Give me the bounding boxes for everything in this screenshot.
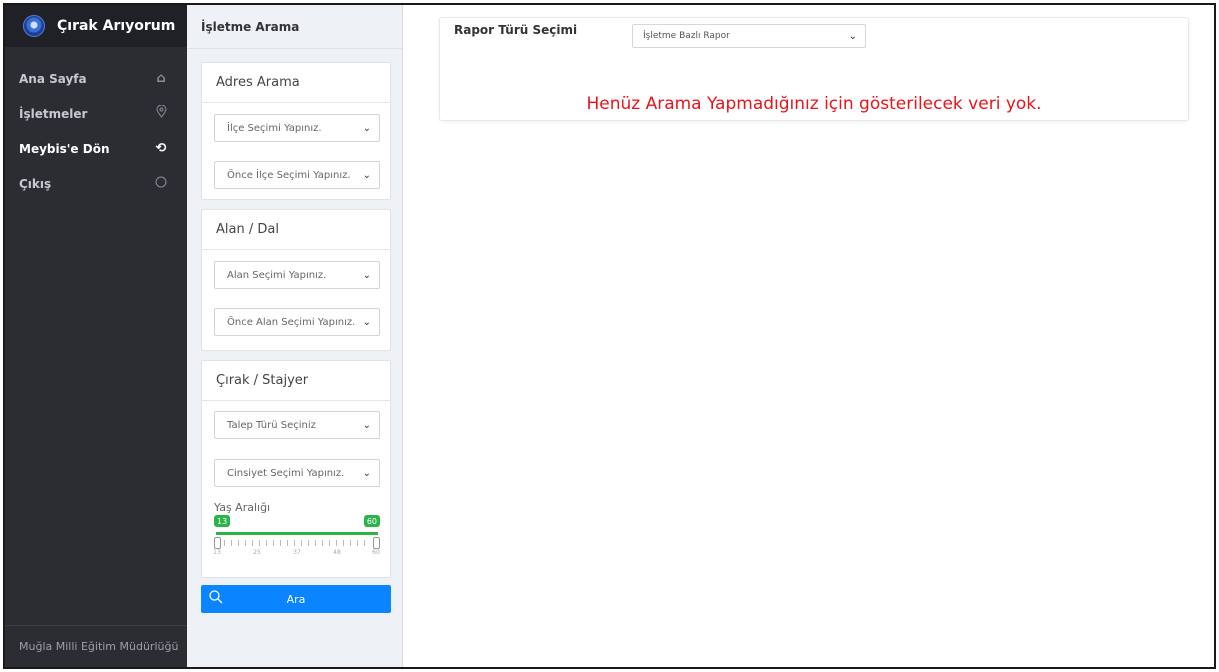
select-value: Önce İlçe Seçimi Yapınız. — [227, 169, 351, 181]
apprentice-card: Çırak / Stajyer Talep Türü Seçiniz ⌄ Cin… — [201, 360, 391, 578]
card-title: Adres Arama — [202, 63, 390, 103]
branch-select[interactable]: Önce Alan Seçimi Yapınız. ⌄ — [214, 308, 380, 336]
chevron-down-icon: ⌄ — [362, 316, 371, 328]
sidebar-item-home[interactable]: Ana Sayfa ⌂ — [5, 61, 187, 96]
chevron-down-icon: ⌄ — [362, 269, 371, 281]
tick-label: 13 — [213, 549, 221, 556]
slider-track — [216, 532, 378, 535]
search-icon — [201, 590, 231, 608]
sidebar-item-label: Çıkış — [19, 176, 52, 191]
tick-label: 37 — [293, 549, 301, 556]
field-select[interactable]: Alan Seçimi Yapınız. ⌄ — [214, 261, 380, 289]
chevron-down-icon: ⌄ — [362, 419, 371, 431]
sidebar-item-label: Meybis'e Dön — [19, 141, 110, 156]
power-icon — [153, 176, 169, 192]
chevron-down-icon: ⌄ — [362, 467, 371, 479]
select-value: Talep Türü Seçiniz — [227, 419, 316, 431]
chevron-down-icon: ⌄ — [362, 169, 371, 181]
select-value: Önce Alan Seçimi Yapınız. — [227, 316, 356, 328]
card-title: Alan / Dal — [202, 210, 390, 250]
select-value: İşletme Bazlı Rapor — [643, 31, 730, 41]
tick-label: 48 — [333, 549, 341, 556]
slider-ticks — [224, 540, 370, 546]
select-value: Alan Seçimi Yapınız. — [227, 269, 327, 281]
age-max-bubble: 60 — [363, 515, 380, 527]
chevron-down-icon: ⌄ — [362, 122, 371, 134]
neighborhood-select[interactable]: Önce İlçe Seçimi Yapınız. ⌄ — [214, 161, 380, 189]
slider-min-handle[interactable] — [214, 537, 221, 549]
history-icon: ⟲ — [155, 141, 167, 156]
slider-max-handle[interactable] — [373, 537, 380, 549]
location-pin-icon — [153, 104, 169, 122]
sidebar-item-label: Ana Sayfa — [19, 71, 87, 86]
filter-panel: İşletme Arama Adres Arama İlçe Seçimi Ya… — [187, 5, 403, 667]
request-type-select[interactable]: Talep Türü Seçiniz ⌄ — [214, 411, 380, 439]
district-select[interactable]: İlçe Seçimi Yapınız. ⌄ — [214, 114, 380, 142]
field-branch-card: Alan / Dal Alan Seçimi Yapınız. ⌄ Önce A… — [201, 209, 391, 351]
sidebar-footer: Muğla Milli Eğitim Müdürlüğü — [5, 625, 187, 667]
sidebar: Çırak Arıyorum Ana Sayfa ⌂ İşletmeler Me… — [5, 5, 187, 667]
app-window: Çırak Arıyorum Ana Sayfa ⌂ İşletmeler Me… — [3, 3, 1216, 669]
gender-select[interactable]: Cinsiyet Seçimi Yapınız. ⌄ — [214, 459, 380, 487]
chevron-down-icon: ⌄ — [848, 30, 857, 42]
report-type-label: Rapor Türü Seçimi — [454, 23, 578, 37]
filter-header: İşletme Arama — [187, 5, 402, 49]
logo-icon — [23, 15, 45, 37]
sidebar-item-label: İşletmeler — [19, 106, 88, 121]
sidebar-item-logout[interactable]: Çıkış — [5, 166, 187, 201]
brand[interactable]: Çırak Arıyorum — [5, 5, 187, 47]
main-content: Rapor Türü Seçimi İşletme Bazlı Rapor ⌄ … — [403, 5, 1214, 667]
select-value: İlçe Seçimi Yapınız. — [227, 122, 322, 134]
report-type-select[interactable]: İşletme Bazlı Rapor ⌄ — [632, 24, 866, 48]
sidebar-item-businesses[interactable]: İşletmeler — [5, 96, 187, 131]
tick-label: 60 — [372, 549, 380, 556]
brand-title: Çırak Arıyorum — [57, 18, 176, 34]
no-data-message: Henüz Arama Yapmadığınız için gösterilec… — [586, 94, 1042, 114]
home-icon: ⌂ — [156, 71, 166, 86]
sidebar-nav: Ana Sayfa ⌂ İşletmeler Meybis'e Dön ⟲ Çı… — [5, 61, 187, 201]
age-range-slider[interactable]: 13 60 13 25 37 48 60 — [213, 515, 380, 556]
search-button-label: Ara — [286, 592, 306, 606]
search-button[interactable]: Ara — [201, 585, 391, 613]
select-value: Cinsiyet Seçimi Yapınız. — [227, 467, 345, 479]
report-card: Rapor Türü Seçimi İşletme Bazlı Rapor ⌄ … — [439, 17, 1189, 121]
age-min-bubble: 13 — [214, 515, 231, 527]
address-search-card: Adres Arama İlçe Seçimi Yapınız. ⌄ Önce … — [201, 62, 391, 200]
sidebar-item-meybis[interactable]: Meybis'e Dön ⟲ — [5, 131, 187, 166]
age-range-label: Yaş Aralığı — [214, 501, 271, 514]
tick-label: 25 — [253, 549, 261, 556]
card-title: Çırak / Stajyer — [202, 361, 390, 401]
